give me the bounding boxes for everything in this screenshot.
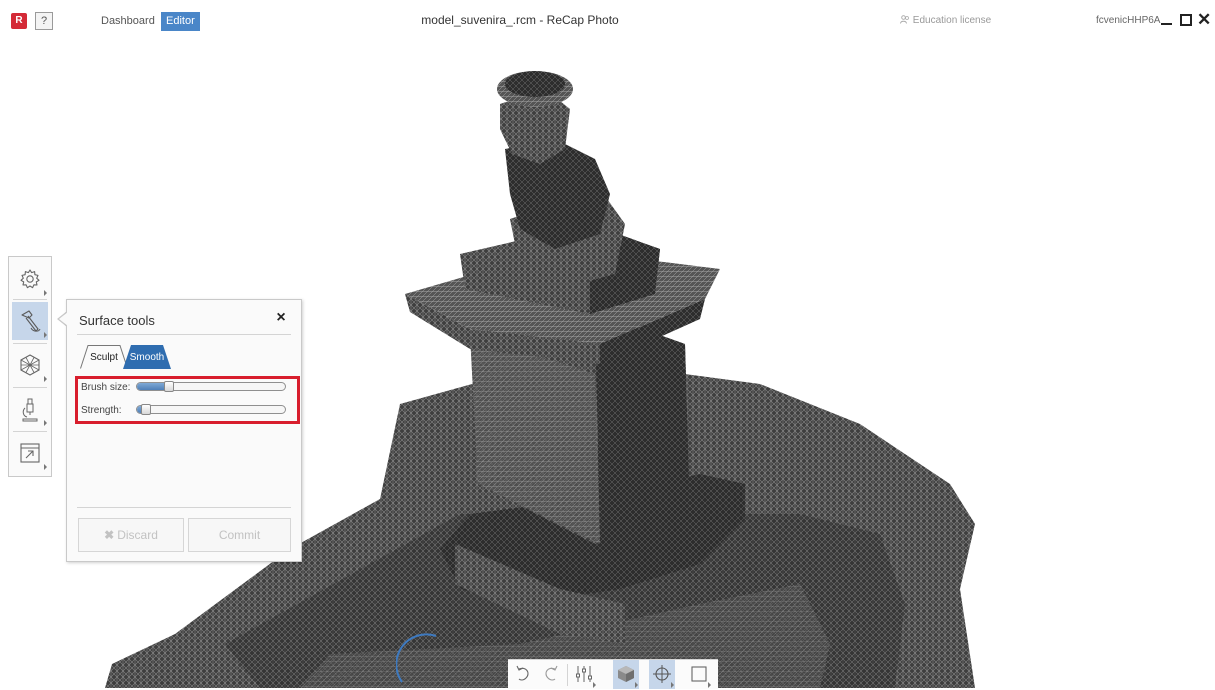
- loading-spinner-icon: [396, 633, 437, 683]
- settings-tool-button[interactable]: [12, 260, 48, 298]
- adjust-icon: [576, 666, 592, 682]
- surface-tools-button[interactable]: [12, 302, 48, 340]
- crop-button[interactable]: [686, 660, 712, 689]
- discard-label: Discard: [117, 528, 158, 542]
- panel-pointer-inner: [59, 312, 68, 326]
- user-account[interactable]: fcvenicHHP6A: [1096, 15, 1160, 26]
- redo-button[interactable]: [538, 660, 564, 689]
- target-icon: [653, 665, 671, 683]
- discard-icon: ✖: [104, 528, 115, 542]
- tab-sculpt[interactable]: Sculpt: [80, 345, 128, 369]
- export-tools-button[interactable]: [12, 434, 48, 472]
- tab-smooth[interactable]: Smooth: [123, 345, 171, 369]
- crop-icon: [691, 666, 707, 682]
- window-title: model_suvenira_.rcm - ReCap Photo: [421, 13, 619, 27]
- bottom-toolbar: [508, 659, 718, 689]
- left-toolbar: [8, 256, 52, 477]
- close-icon[interactable]: ×: [274, 309, 288, 327]
- close-window-button[interactable]: ✕: [1197, 11, 1211, 28]
- highlight-box: [75, 376, 300, 424]
- maximize-button[interactable]: [1179, 12, 1193, 28]
- hammer-icon: [21, 310, 41, 332]
- adjust-button[interactable]: [571, 660, 597, 689]
- cube-icon: [618, 666, 634, 682]
- polyhedron-icon: [20, 354, 40, 376]
- analysis-tools-button[interactable]: [12, 390, 48, 428]
- undo-icon: [516, 665, 529, 681]
- display-mode-button[interactable]: [613, 660, 639, 689]
- discard-button[interactable]: ✖ Discard: [78, 518, 184, 552]
- mesh-tools-button[interactable]: [12, 346, 48, 384]
- export-icon: [20, 443, 40, 463]
- microscope-icon: [22, 398, 38, 422]
- orbit-target-button[interactable]: [649, 660, 675, 689]
- minimize-button[interactable]: [1160, 12, 1174, 28]
- redo-icon: [545, 665, 558, 681]
- title-bar: R ? Dashboard Editor model_suvenira_.rcm…: [0, 0, 1215, 44]
- tab-smooth-label: Smooth: [129, 352, 165, 363]
- tab-sculpt-label: Sculpt: [90, 352, 118, 363]
- panel-title: Surface tools: [79, 313, 155, 328]
- license-label: Education license: [912, 15, 992, 26]
- undo-button[interactable]: [510, 660, 536, 689]
- commit-button[interactable]: Commit: [188, 518, 291, 552]
- user-group-icon: [900, 15, 909, 24]
- education-license[interactable]: Education license: [900, 15, 991, 26]
- surface-tools-panel: Surface tools × Sculpt Smooth Brush size…: [66, 299, 302, 562]
- gear-icon: [20, 269, 40, 289]
